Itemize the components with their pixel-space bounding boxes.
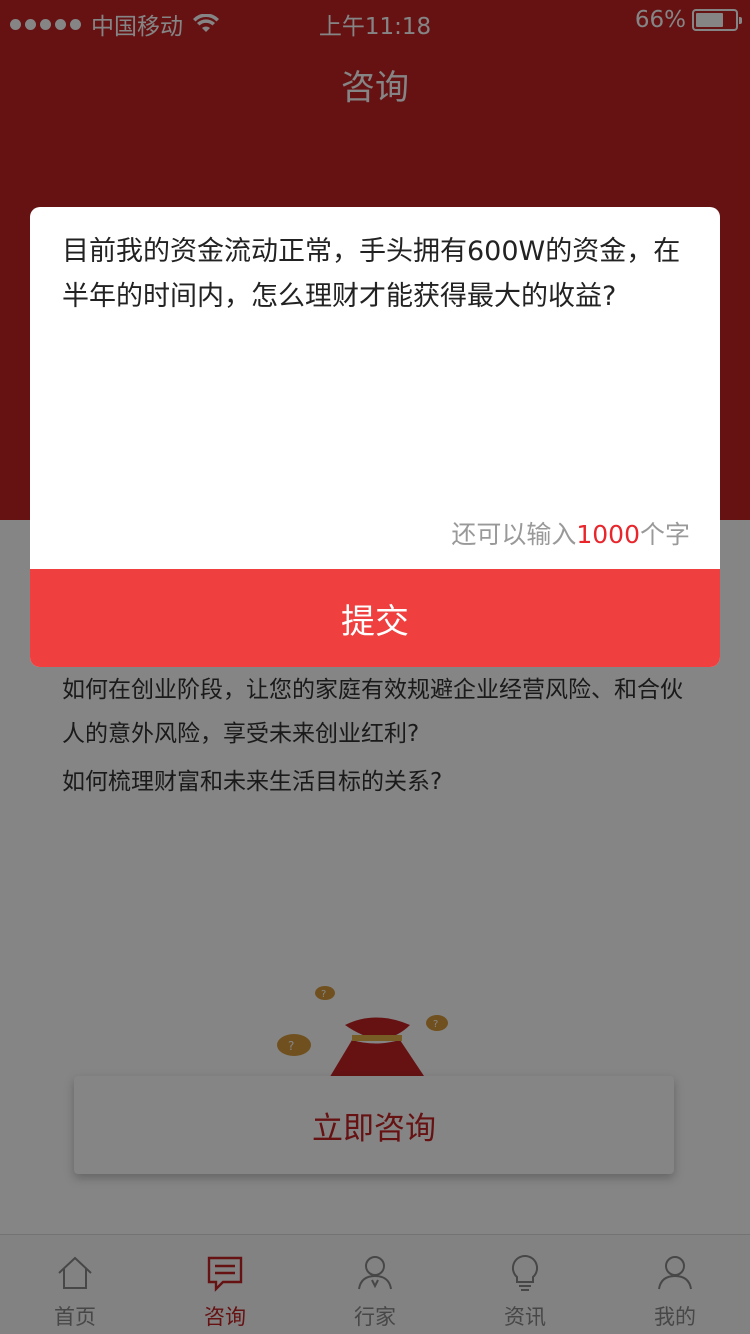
counter-prefix: 还可以输入 [451, 520, 577, 549]
question-dialog: 目前我的资金流动正常，手头拥有600W的资金，在半年的时间内，怎么理财才能获得最… [30, 207, 720, 667]
char-counter: 还可以输入1000个字 [451, 515, 690, 551]
counter-suffix: 个字 [639, 520, 690, 549]
counter-value: 1000 [576, 520, 640, 549]
submit-button[interactable]: 提交 [30, 569, 720, 667]
question-textarea[interactable]: 目前我的资金流动正常，手头拥有600W的资金，在半年的时间内，怎么理财才能获得最… [62, 229, 692, 519]
modal-overlay[interactable] [0, 0, 750, 1334]
